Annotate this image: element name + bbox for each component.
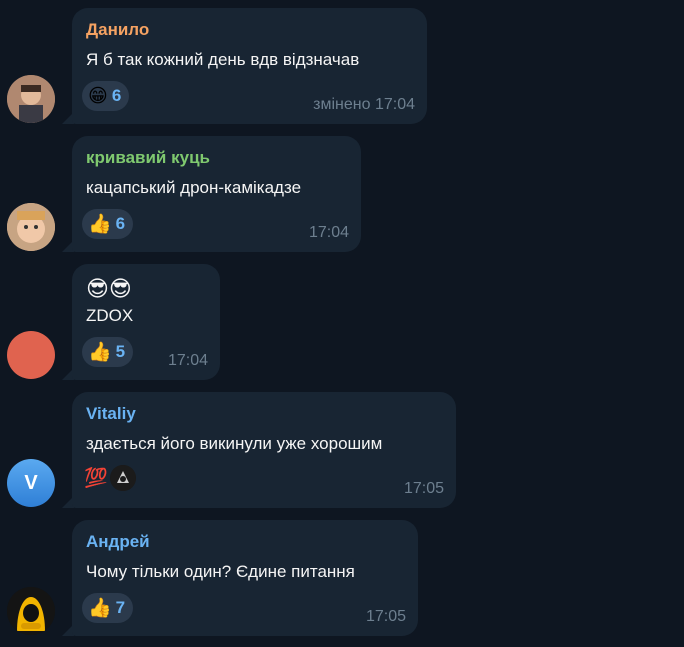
message-text: Чому тільки один? Єдине питання xyxy=(86,562,355,581)
reaction-pill[interactable]: 👍 6 xyxy=(82,209,134,239)
reactor-avatar-icon xyxy=(109,465,136,491)
message-bubble[interactable]: кривавий куць кацапський дрон-камікадзе … xyxy=(72,136,361,252)
avatar[interactable] xyxy=(7,203,55,251)
reaction-count: 6 xyxy=(111,86,122,105)
reaction-pill[interactable]: 👍 5 xyxy=(82,337,134,367)
avatar[interactable] xyxy=(7,587,55,635)
message-time: 17:05 xyxy=(403,480,444,497)
message-bubble[interactable]: 😎😎 ZDOX 👍 5 17:04 xyxy=(72,264,220,380)
message-time: 17:05 xyxy=(365,608,406,625)
user-photo-icon xyxy=(7,75,55,123)
message-time: 17:04 xyxy=(167,352,208,369)
hundred-points-emoji-icon[interactable]: 💯 xyxy=(84,466,108,490)
thumbs-up-emoji-icon: 👍 xyxy=(88,213,112,235)
message-bubble[interactable]: Vitaliy здається його викинули уже хорош… xyxy=(72,392,456,508)
message-bubble[interactable]: Данило Я б так кожний день вдв відзначав… xyxy=(72,8,427,124)
grinning-emoji-icon: 😁 xyxy=(88,85,108,107)
sender-name[interactable]: кривавий куць xyxy=(86,148,210,168)
sender-name[interactable]: Андрей xyxy=(86,532,150,552)
reaction-count: 7 xyxy=(115,598,126,617)
sender-name[interactable]: Данило xyxy=(86,20,149,40)
avatar[interactable]: V xyxy=(7,459,55,507)
reaction-count: 6 xyxy=(115,214,126,233)
hooded-figure-icon xyxy=(7,587,55,635)
message-text: кацапський дрон-камікадзе xyxy=(86,178,302,197)
reaction-count: 5 xyxy=(115,342,126,361)
message-text: ZDOX xyxy=(86,306,134,325)
message-bubble[interactable]: Андрей Чому тільки один? Єдине питання 👍… xyxy=(72,520,418,636)
avatar[interactable] xyxy=(7,75,55,123)
sender-name[interactable]: Vitaliy xyxy=(86,404,136,424)
thumbs-up-emoji-icon: 👍 xyxy=(88,597,112,619)
user-photo-icon xyxy=(7,203,55,251)
message-text: Я б так кожний день вдв відзначав xyxy=(86,50,360,69)
reaction-pill[interactable]: 👍 7 xyxy=(82,593,134,623)
avatar[interactable] xyxy=(7,331,55,379)
reaction-pill[interactable]: 😁 6 xyxy=(82,81,130,111)
message-text: здається його викинули уже хорошим xyxy=(86,434,383,453)
message-time: змінено 17:04 xyxy=(313,96,415,113)
avatar-letter: V xyxy=(24,471,38,494)
reaction-list[interactable]: 💯 xyxy=(84,465,136,491)
message-time: 17:04 xyxy=(308,224,349,241)
message-emoji-text: 😎😎 xyxy=(86,276,132,301)
thumbs-up-emoji-icon: 👍 xyxy=(88,341,112,363)
